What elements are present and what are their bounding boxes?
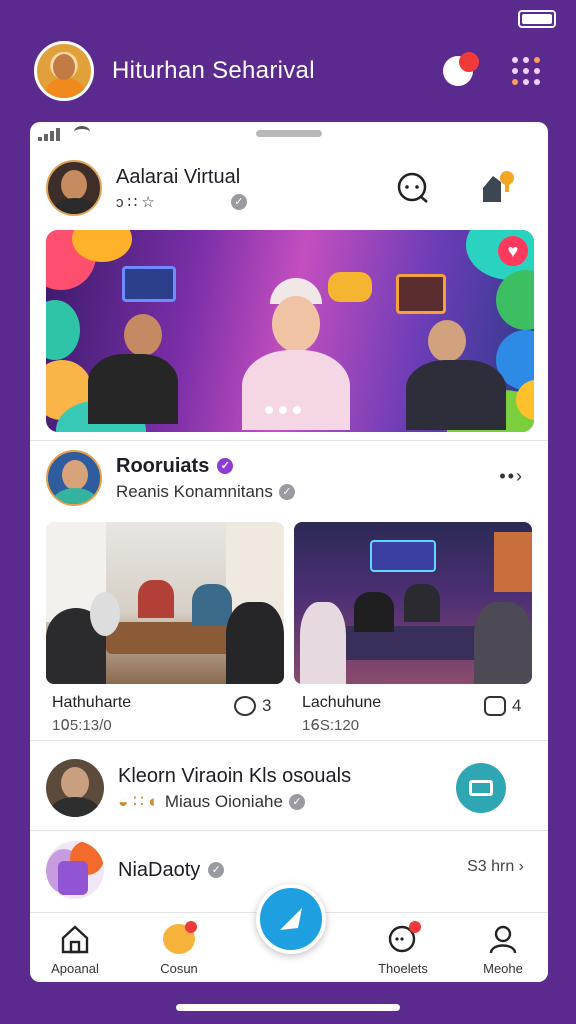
post-header-3[interactable]: Kleorn Viraoin Kls osouals ◒ ∷ ◐ Miaus O… (46, 758, 532, 818)
home-indicator[interactable] (176, 1004, 400, 1011)
comment-icon (484, 696, 506, 716)
heart-icon[interactable]: ♥ (498, 236, 528, 266)
app-header: Hiturhan Seharival (34, 40, 546, 102)
notification-icon (443, 52, 479, 86)
avatar[interactable] (46, 759, 104, 817)
emoji-icons: ◒ ∷ ◐ (118, 791, 159, 811)
avatar[interactable] (46, 450, 102, 506)
app-title: Hiturhan Seharival (112, 57, 315, 84)
photo-meta: 1𝟢5:13/0 (52, 717, 112, 734)
verified-icon: ✓ (217, 458, 234, 474)
post-author-name[interactable]: NiaDaoty (118, 859, 200, 882)
share-button[interactable] (472, 163, 522, 213)
post-author-name[interactable]: Kleorn Viraoin Kls osouals (118, 765, 351, 788)
grid-menu-icon (512, 57, 540, 85)
carousel-dots[interactable] (265, 406, 301, 414)
profile-avatar[interactable] (34, 41, 94, 101)
wifi-icon (74, 126, 90, 138)
tab-label: Cosun (160, 961, 198, 976)
post-sub-icons: ɔ ∷ ☆ (116, 193, 155, 211)
comments-button[interactable]: 3 (234, 696, 271, 716)
post-header-1[interactable]: Aalarai Virtual ɔ ∷ ☆ ✓ (46, 158, 532, 218)
verified-icon: ✓ (288, 793, 305, 810)
send-icon (280, 908, 302, 930)
post-header-2[interactable]: Rooruiats ✓ Reanis Konamnitans ✓ ••› (46, 448, 532, 508)
notifications-button[interactable] (438, 51, 479, 91)
post-subtitle: Miaus Oioniahe (164, 791, 283, 811)
avatar[interactable] (46, 160, 102, 216)
profile-icon (489, 925, 517, 954)
tab-label: Apoanal (51, 961, 99, 976)
signal-icon (38, 128, 60, 141)
tab-mascot[interactable]: Cosun (134, 921, 224, 976)
tv-icon (469, 780, 493, 796)
tv-button[interactable] (456, 763, 506, 813)
more-options-button[interactable]: ••› (499, 466, 524, 487)
photo-meta: 1𝟨S:120 (302, 717, 360, 734)
featured-banner[interactable]: ♥ (46, 230, 534, 432)
photo-caption: Lachuhune (302, 694, 382, 711)
tab-home[interactable]: Apoanal (30, 921, 120, 976)
photo-caption: Hathuharte (52, 694, 132, 711)
tab-label: Meohe (483, 961, 523, 976)
chat-icon (397, 172, 428, 203)
comment-count: 4 (512, 696, 522, 715)
photo-right[interactable] (294, 522, 532, 684)
tab-profile[interactable]: Meohe (458, 921, 548, 976)
drag-handle[interactable] (256, 130, 322, 137)
photo-left[interactable] (46, 522, 284, 684)
home-icon (61, 925, 89, 954)
tab-threads[interactable]: Thoelets (358, 921, 448, 976)
status-row (30, 122, 548, 146)
verified-icon: ✓ (230, 193, 247, 210)
post-time[interactable]: S3 hrn › (467, 858, 524, 876)
create-post-button[interactable] (256, 884, 326, 954)
tab-label: Thoelets (378, 961, 428, 976)
share-icon (483, 171, 514, 202)
group-avatar[interactable] (46, 841, 104, 899)
comments-button[interactable]: 4 (484, 696, 521, 716)
post-subtitle: Reanis Konamnitans (116, 481, 273, 501)
verified-icon: ✓ (208, 862, 225, 878)
menu-button[interactable] (506, 51, 546, 91)
chat-button[interactable] (388, 163, 438, 213)
comment-icon (234, 696, 256, 716)
battery-icon (518, 10, 556, 28)
feed-card: Aalarai Virtual ɔ ∷ ☆ ✓ ♥ Rooruiats ✓ Re… (30, 122, 548, 982)
verified-icon: ✓ (278, 483, 295, 500)
comment-count: 3 (262, 696, 272, 715)
post-author-name[interactable]: Rooruiats ✓ (116, 455, 295, 478)
post-author-name[interactable]: Aalarai Virtual (116, 166, 247, 189)
